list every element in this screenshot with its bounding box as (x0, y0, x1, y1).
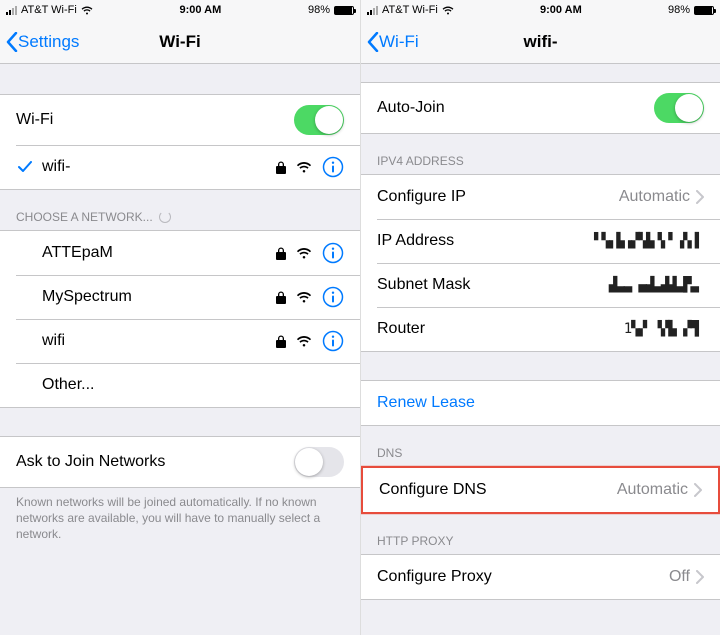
networks-group: ATTEpaM MySpectrum wifi (0, 230, 360, 408)
spinner-icon (159, 211, 171, 223)
chevron-right-icon (696, 190, 704, 204)
status-bar: AT&T Wi-Fi 9:00 AM 98% (361, 0, 720, 20)
network-name: ATTEpaM (42, 244, 276, 262)
wifi-toggle-row[interactable]: Wi-Fi (0, 95, 360, 145)
network-name: MySpectrum (42, 288, 276, 306)
chevron-left-icon (367, 32, 379, 52)
configure-proxy-label: Configure Proxy (377, 568, 669, 586)
configure-dns-label: Configure DNS (379, 481, 617, 499)
subnet-value: ▟▃▃ ▄▟▃▟▟▃▛▃ (609, 277, 698, 293)
configure-ip-row[interactable]: Configure IP Automatic (361, 175, 720, 219)
router-label: Router (377, 320, 624, 338)
ask-join-toggle[interactable] (294, 447, 344, 477)
lock-icon (276, 335, 286, 348)
wifi-status-icon (442, 6, 454, 15)
ipv4-header: IPV4 ADDRESS (361, 134, 720, 174)
ask-join-label: Ask to Join Networks (16, 453, 294, 471)
ask-join-footer: Known networks will be joined automatica… (0, 488, 360, 557)
wifi-icon (296, 161, 312, 173)
renew-lease-label: Renew Lease (377, 394, 475, 412)
phone-right: AT&T Wi-Fi 9:00 AM 98% Wi-Fi wifi- Auto-… (360, 0, 720, 635)
back-button[interactable]: Settings (0, 32, 79, 52)
configure-ip-label: Configure IP (377, 188, 619, 206)
checkmark-icon (16, 161, 34, 173)
clock-label: 9:00 AM (540, 4, 582, 16)
wifi-icon (296, 247, 312, 259)
subnet-label: Subnet Mask (377, 276, 609, 294)
wifi-toggle-label: Wi-Fi (16, 111, 294, 129)
network-name: wifi (42, 332, 276, 350)
info-icon[interactable] (322, 330, 344, 352)
lock-icon (276, 247, 286, 260)
wifi-icon (296, 291, 312, 303)
auto-join-group: Auto-Join (361, 82, 720, 134)
ask-join-row[interactable]: Ask to Join Networks (0, 437, 360, 487)
subnet-row: Subnet Mask ▟▃▃ ▄▟▃▟▟▃▛▃ (361, 263, 720, 307)
lock-icon (276, 161, 286, 174)
ipv4-group: Configure IP Automatic IP Address ▘▚▖▙▗▞… (361, 174, 720, 352)
configure-dns-row[interactable]: Configure DNS Automatic (363, 468, 718, 512)
info-icon[interactable] (322, 242, 344, 264)
other-network-row[interactable]: Other... (0, 363, 360, 407)
ip-address-row: IP Address ▘▚▖▙▗▞▚▙▝▖▘▗▚▐ (361, 219, 720, 263)
nav-bar: Settings Wi-Fi (0, 20, 360, 64)
wifi-toggle[interactable] (294, 105, 344, 135)
chevron-right-icon (696, 570, 704, 584)
settings-scroll[interactable]: Wi-Fi wifi- CHOOSE A NETWORK... (0, 64, 360, 635)
configure-proxy-row[interactable]: Configure Proxy Off (361, 555, 720, 599)
renew-lease-group: Renew Lease (361, 380, 720, 426)
clock-label: 9:00 AM (180, 4, 222, 16)
detail-scroll[interactable]: Auto-Join IPV4 ADDRESS Configure IP Auto… (361, 64, 720, 635)
carrier-label: AT&T Wi-Fi (382, 4, 438, 16)
chevron-right-icon (694, 483, 702, 497)
configure-dns-value: Automatic (617, 481, 688, 499)
phone-left: AT&T Wi-Fi 9:00 AM 98% Settings Wi-Fi Wi… (0, 0, 360, 635)
battery-icon (694, 6, 714, 15)
chevron-left-icon (6, 32, 18, 52)
status-bar: AT&T Wi-Fi 9:00 AM 98% (0, 0, 360, 20)
auto-join-row[interactable]: Auto-Join (361, 83, 720, 133)
signal-icon (6, 6, 17, 15)
router-row: Router 1▚▞ ▝▞▙ ▞▜ (361, 307, 720, 351)
carrier-label: AT&T Wi-Fi (21, 4, 77, 16)
network-row[interactable]: ATTEpaM (0, 231, 360, 275)
proxy-header: HTTP PROXY (361, 514, 720, 554)
back-label: Wi-Fi (379, 32, 419, 52)
ask-join-group: Ask to Join Networks (0, 436, 360, 488)
wifi-status-icon (81, 6, 93, 15)
network-row[interactable]: wifi (0, 319, 360, 363)
dns-header: DNS (361, 426, 720, 466)
ip-address-label: IP Address (377, 232, 594, 250)
back-label: Settings (18, 32, 79, 52)
battery-pct: 98% (308, 4, 330, 16)
network-row[interactable]: MySpectrum (0, 275, 360, 319)
auto-join-label: Auto-Join (377, 99, 654, 117)
connected-network-row[interactable]: wifi- (0, 145, 360, 189)
configure-proxy-value: Off (669, 568, 690, 586)
wifi-main-group: Wi-Fi wifi- (0, 94, 360, 190)
auto-join-toggle[interactable] (654, 93, 704, 123)
renew-lease-button[interactable]: Renew Lease (361, 381, 720, 425)
router-value: 1▚▞ ▝▞▙ ▞▜ (624, 321, 698, 337)
back-button[interactable]: Wi-Fi (361, 32, 419, 52)
info-icon[interactable] (322, 156, 344, 178)
nav-bar: Wi-Fi wifi- (361, 20, 720, 64)
dns-group: Configure DNS Automatic (361, 466, 720, 514)
other-label: Other... (42, 376, 344, 394)
battery-pct: 98% (668, 4, 690, 16)
lock-icon (276, 291, 286, 304)
battery-icon (334, 6, 354, 15)
connected-network-label: wifi- (42, 158, 276, 176)
choose-network-header: CHOOSE A NETWORK... (0, 190, 360, 230)
signal-icon (367, 6, 378, 15)
proxy-group: Configure Proxy Off (361, 554, 720, 600)
wifi-icon (296, 335, 312, 347)
ip-address-value: ▘▚▖▙▗▞▚▙▝▖▘▗▚▐ (594, 233, 698, 249)
choose-network-label: CHOOSE A NETWORK... (16, 210, 153, 224)
info-icon[interactable] (322, 286, 344, 308)
configure-ip-value: Automatic (619, 188, 690, 206)
